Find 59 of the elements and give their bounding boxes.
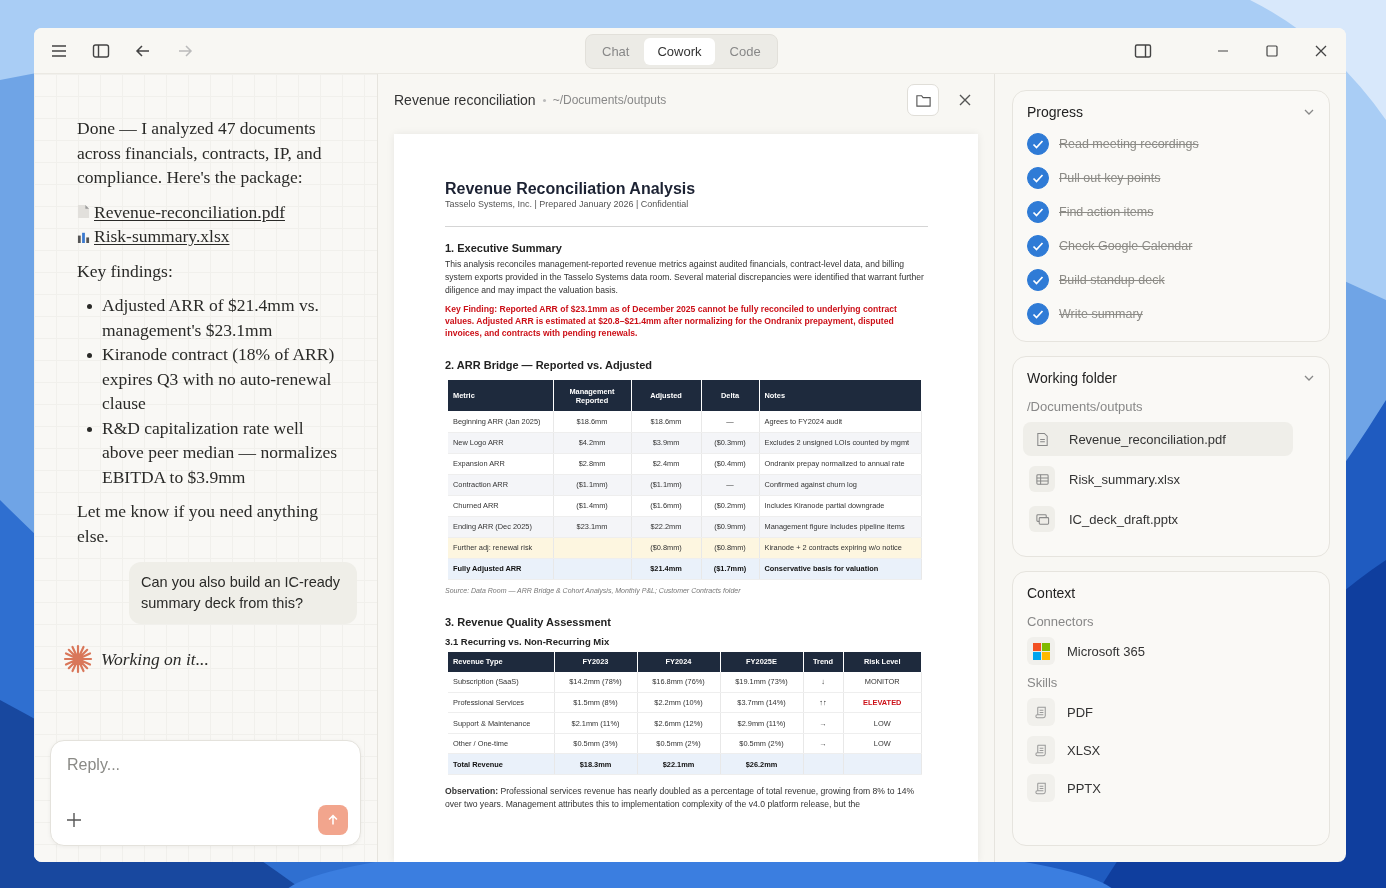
card-title: Progress: [1027, 104, 1084, 120]
step-label: Find action items: [1059, 205, 1154, 219]
findings-heading: Key findings:: [77, 259, 174, 283]
file-item[interactable]: Revenue_reconciliation.pdf: [1023, 422, 1293, 456]
step-label: Pull out key points: [1059, 171, 1161, 185]
table-icon: [1034, 471, 1050, 487]
report-title: Revenue Reconciliation Analysis: [445, 180, 697, 198]
card-title: Working folder: [1027, 370, 1117, 386]
document-path: ~/Documents/outputs: [552, 93, 667, 107]
open-folder-button[interactable]: [907, 84, 939, 116]
spinner-icon: [63, 644, 93, 674]
summary-paragraph: This analysis reconciles management-reported revenue metrics against audited financials, contract-level data, and billing system exports provided in the Tasselo Systems data room. Several material discrepancies were identified that warrant further diligence and may impact the valuation basis.: [445, 258, 925, 297]
file-link[interactable]: Revenue-reconciliation.pdf: [94, 199, 285, 224]
status-text: Working on it...: [101, 647, 209, 671]
step-label: Write summary: [1059, 307, 1143, 321]
subsection-heading: 3.1 Recurring vs. Non-Recurring Mix: [445, 635, 611, 647]
section-label: Connectors: [1027, 614, 1095, 629]
finding-text: R&D capitalization rate well above peer median — normalizes EBITDA to $3.9mm: [102, 416, 339, 489]
slides-icon: [1034, 511, 1050, 527]
connector-name: Microsoft 365: [1067, 643, 1146, 659]
section-heading: 1. Executive Summary: [445, 242, 563, 254]
section-label: Skills: [1027, 675, 1059, 690]
bullet-icon: [87, 304, 92, 309]
section-heading: 2. ARR Bridge — Reported vs. Adjusted: [445, 359, 653, 372]
card-title: Context: [1027, 585, 1076, 601]
step-label: Build standup deck: [1059, 273, 1165, 287]
section-heading: 3. Revenue Quality Assessment: [445, 615, 612, 628]
scroll-icon: [1033, 704, 1049, 720]
grid-logo-icon: [1032, 642, 1050, 660]
step-label: Read meeting recordings: [1059, 137, 1199, 151]
plus-icon[interactable]: [65, 811, 83, 829]
scroll-icon: [1033, 742, 1049, 758]
panel-toggle-icon[interactable]: [1134, 41, 1152, 60]
report-subtitle: Tasselo Systems, Inc. | Prepared January 2026 | Confidential: [445, 199, 690, 209]
sidebar-icon[interactable]: [92, 41, 110, 60]
finding-text: Kiranode contract (18% of ARR) expires Q3 with no auto-renewal clause: [102, 343, 336, 415]
file-item[interactable]: IC_deck_draft.pptx: [1023, 502, 1293, 536]
skill-name: PPTX: [1067, 780, 1101, 796]
skill-name: XLSX: [1067, 742, 1101, 758]
mode-tab[interactable]: Cowork: [644, 38, 715, 65]
bullet-icon: [87, 353, 92, 358]
assistant-message: Done — I analyzed 47 documents across financials, contracts, IP, and compliance. Here's the package:: [77, 117, 323, 189]
user-message: Can you also build an IC-ready summary deck from this?: [129, 562, 357, 624]
finding-text: Adjusted ARR of $21.4mm vs. management's $23.1mm: [102, 294, 320, 342]
scroll-icon: [1033, 780, 1049, 796]
skill-name: PDF: [1067, 704, 1093, 720]
file-link[interactable]: Risk-summary.xlsx: [94, 224, 230, 249]
document-title: Revenue reconciliation: [394, 92, 536, 108]
folder-path: /Documents/outputs: [1027, 399, 1144, 414]
file-item[interactable]: Risk_summary.xlsx: [1023, 462, 1293, 496]
key-finding: Key Finding: Reported ARR of $23.1mm as of December 2025 cannot be fully reconciled to underlying contract values. Adjusted ARR is estimated at $20.8–$21.4mm after normalizing for the Ondranix prepayment, disputed invoices, and contracts with pending renewals.: [445, 303, 898, 340]
arrow-up-icon: [326, 813, 340, 827]
document-icon: [77, 204, 90, 220]
observation-paragraph: Observation: Professional services revenue has nearly doubled as a percentage of total revenue, growing from 8% to 14% over two years. Management attributes this to implementation complexity of the v4.0 platform release, but the: [445, 784, 916, 811]
bullet-icon: [87, 426, 92, 432]
document-icon: [1034, 431, 1050, 447]
assistant-message: Let me know if you need anything else.: [77, 500, 320, 548]
reply-input[interactable]: Reply...: [65, 755, 348, 775]
step-label: Check Google Calendar: [1059, 239, 1193, 253]
